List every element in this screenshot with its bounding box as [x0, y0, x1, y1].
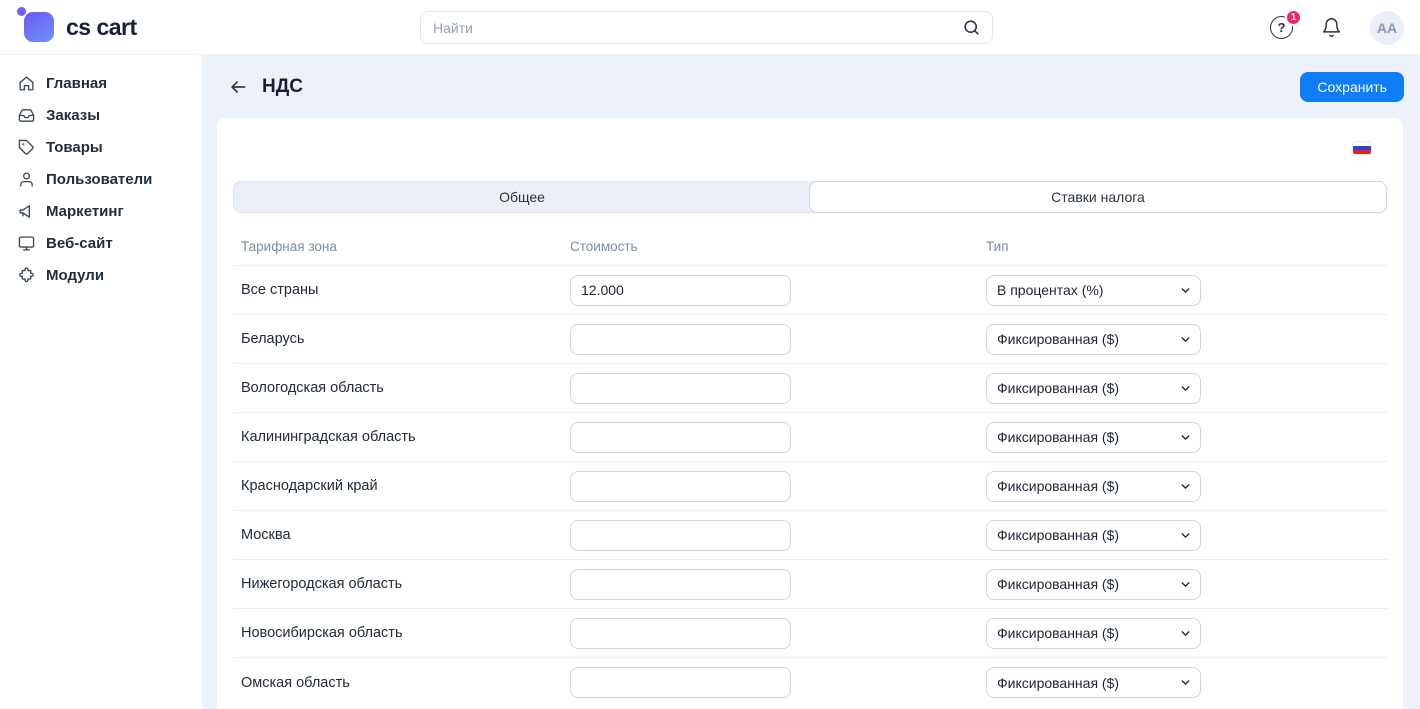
- tax-edit-card: Общее Ставки налога Тарифная зона Стоимо…: [217, 118, 1403, 709]
- zone-label: Москва: [233, 527, 570, 543]
- sidebar-item-marketing[interactable]: Маркетинг: [0, 195, 202, 227]
- rate-type-select-wrap: В процентах (%): [986, 275, 1201, 306]
- puzzle-icon: [18, 267, 35, 284]
- inbox-icon: [18, 107, 35, 124]
- zone-label: Краснодарский край: [233, 478, 570, 494]
- rate-value-input[interactable]: [570, 373, 791, 404]
- rate-value-input[interactable]: [570, 520, 791, 551]
- tax-rate-row: Краснодарский край Фиксированная ($): [233, 462, 1387, 511]
- page-header: НДС Сохранить: [202, 55, 1420, 118]
- topbar-actions: ? 1 AA: [1270, 0, 1404, 55]
- sidebar-item-label: Маркетинг: [46, 203, 124, 220]
- column-header-value: Стоимость: [570, 239, 986, 265]
- rate-type-select[interactable]: Фиксированная ($): [986, 373, 1201, 404]
- rate-type-select[interactable]: Фиксированная ($): [986, 667, 1201, 698]
- search-input[interactable]: [420, 11, 993, 44]
- zone-label: Новосибирская область: [233, 625, 570, 641]
- sidebar-item-website[interactable]: Веб-сайт: [0, 227, 202, 259]
- rate-type-select[interactable]: Фиксированная ($): [986, 324, 1201, 355]
- tab-general[interactable]: Общее: [234, 182, 810, 212]
- rate-value-input[interactable]: [570, 324, 791, 355]
- sidebar-item-label: Товары: [46, 139, 103, 156]
- rate-value-input[interactable]: [570, 422, 791, 453]
- sidebar-item-products[interactable]: Товары: [0, 131, 202, 163]
- zone-label: Омская область: [233, 675, 570, 691]
- tax-rate-row: Нижегородская область Фиксированная ($): [233, 560, 1387, 609]
- sidebar-item-users[interactable]: Пользователи: [0, 163, 202, 195]
- sidebar-item-label: Пользователи: [46, 171, 152, 188]
- zone-label: Беларусь: [233, 331, 570, 347]
- rate-type-select[interactable]: Фиксированная ($): [986, 520, 1201, 551]
- language-selector-row: [233, 142, 1387, 154]
- search-bar: [420, 11, 993, 44]
- rate-type-select-wrap: Фиксированная ($): [986, 667, 1201, 698]
- sidebar-item-label: Заказы: [46, 107, 100, 124]
- rate-type-select-wrap: Фиксированная ($): [986, 471, 1201, 502]
- rate-type-select-wrap: Фиксированная ($): [986, 422, 1201, 453]
- rate-type-select[interactable]: Фиксированная ($): [986, 422, 1201, 453]
- rate-value-input[interactable]: [570, 471, 791, 502]
- topbar: cs cart ? 1 AA: [0, 0, 1420, 55]
- tabbar: Общее Ставки налога: [233, 181, 1387, 213]
- sidebar-item-orders[interactable]: Заказы: [0, 99, 202, 131]
- tag-icon: [18, 139, 35, 156]
- sidebar-item-home[interactable]: Главная: [0, 67, 202, 99]
- tax-rate-row: Москва Фиксированная ($): [233, 511, 1387, 560]
- help-icon[interactable]: ? 1: [1270, 16, 1293, 39]
- sidebar-item-label: Главная: [46, 75, 107, 92]
- rate-value-input[interactable]: [570, 275, 791, 306]
- main-area: НДС Сохранить Общее Ставки налога Тарифн…: [202, 55, 1420, 709]
- tax-rate-row: Калининградская область Фиксированная ($…: [233, 413, 1387, 462]
- zone-label: Вологодская область: [233, 380, 570, 396]
- rate-value-input[interactable]: [570, 667, 791, 698]
- avatar[interactable]: AA: [1370, 11, 1404, 45]
- search-icon[interactable]: [962, 18, 981, 42]
- tax-rate-row: Беларусь Фиксированная ($): [233, 315, 1387, 364]
- rate-type-select[interactable]: Фиксированная ($): [986, 618, 1201, 649]
- rate-type-select[interactable]: Фиксированная ($): [986, 471, 1201, 502]
- zone-label: Все страны: [233, 282, 570, 298]
- megaphone-icon: [18, 203, 35, 220]
- tax-rate-row: Омская область Фиксированная ($): [233, 658, 1387, 707]
- column-header-type: Тип: [986, 239, 1387, 265]
- tax-rate-row: Вологодская область Фиксированная ($): [233, 364, 1387, 413]
- rate-value-input[interactable]: [570, 569, 791, 600]
- sidebar-item-label: Веб-сайт: [46, 235, 113, 252]
- tab-tax-rates[interactable]: Ставки налога: [809, 181, 1387, 213]
- rate-type-select[interactable]: В процентах (%): [986, 275, 1201, 306]
- rate-type-select-wrap: Фиксированная ($): [986, 569, 1201, 600]
- cscart-logo-icon: [24, 12, 54, 42]
- rate-type-select-wrap: Фиксированная ($): [986, 373, 1201, 404]
- save-button[interactable]: Сохранить: [1300, 72, 1404, 102]
- rate-type-select[interactable]: Фиксированная ($): [986, 569, 1201, 600]
- bell-icon[interactable]: [1321, 17, 1342, 38]
- rate-type-select-wrap: Фиксированная ($): [986, 324, 1201, 355]
- user-icon: [18, 171, 35, 188]
- tax-rate-row: Новосибирская область Фиксированная ($): [233, 609, 1387, 658]
- sidebar-item-modules[interactable]: Модули: [0, 259, 202, 291]
- column-header-zone: Тарифная зона: [233, 239, 570, 265]
- monitor-icon: [18, 235, 35, 252]
- brand-logo[interactable]: cs cart: [0, 12, 202, 42]
- sidebar-item-label: Модули: [46, 267, 104, 284]
- back-arrow-icon[interactable]: [228, 77, 248, 97]
- notification-badge: 1: [1285, 9, 1302, 26]
- rate-type-select-wrap: Фиксированная ($): [986, 520, 1201, 551]
- russian-flag-icon[interactable]: [1353, 142, 1371, 154]
- sidebar: Главная Заказы Товары Пользователи Марке…: [0, 55, 202, 709]
- page-title: НДС: [262, 76, 303, 98]
- home-icon: [18, 75, 35, 92]
- brand-name: cs cart: [66, 14, 137, 41]
- tax-rate-row: Все страны В процентах (%): [233, 266, 1387, 315]
- zone-label: Нижегородская область: [233, 576, 570, 592]
- rate-value-input[interactable]: [570, 618, 791, 649]
- zone-label: Калининградская область: [233, 429, 570, 445]
- table-header-row: Тарифная зона Стоимость Тип: [233, 213, 1387, 266]
- rate-type-select-wrap: Фиксированная ($): [986, 618, 1201, 649]
